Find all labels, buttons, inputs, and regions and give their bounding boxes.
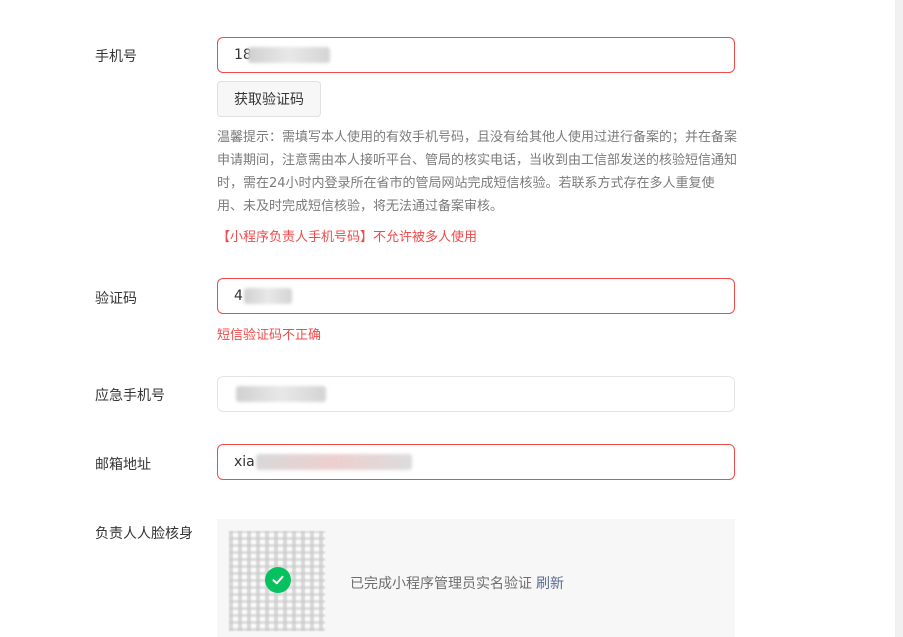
redacted-emergency-phone <box>236 386 326 402</box>
phone-error-message: 【小程序负责人手机号码】不允许被多人使用 <box>217 230 478 245</box>
refresh-link[interactable]: 刷新 <box>536 576 564 592</box>
check-circle-icon <box>265 567 291 593</box>
code-label: 验证码 <box>95 291 137 307</box>
face-verify-panel: 已完成小程序管理员实名验证 刷新 <box>217 519 735 637</box>
code-field[interactable] <box>217 278 735 314</box>
face-verify-status-text: 已完成小程序管理员实名验证 <box>350 576 532 592</box>
email-label: 邮箱地址 <box>95 457 151 473</box>
emergency-phone-label: 应急手机号 <box>95 388 165 404</box>
phone-label: 手机号 <box>95 49 137 65</box>
face-verify-status: 已完成小程序管理员实名验证 刷新 <box>350 573 564 593</box>
redacted-code-digits <box>244 288 292 304</box>
code-error-message: 短信验证码不正确 <box>217 328 322 343</box>
page-scrollbar[interactable] <box>895 0 903 637</box>
code-input[interactable] <box>218 279 734 313</box>
phone-field[interactable] <box>217 37 735 73</box>
phone-tip-text: 温馨提示：需填写本人使用的有效手机号码，且没有给其他人使用过进行备案的；并在备案… <box>217 130 738 214</box>
get-code-button[interactable]: 获取验证码 <box>217 81 321 117</box>
email-field[interactable] <box>217 444 735 480</box>
redacted-phone-digits <box>248 47 330 63</box>
face-verify-label: 负责人人脸核身 <box>95 526 193 542</box>
redacted-email <box>256 454 412 470</box>
emergency-phone-field[interactable] <box>217 376 735 412</box>
